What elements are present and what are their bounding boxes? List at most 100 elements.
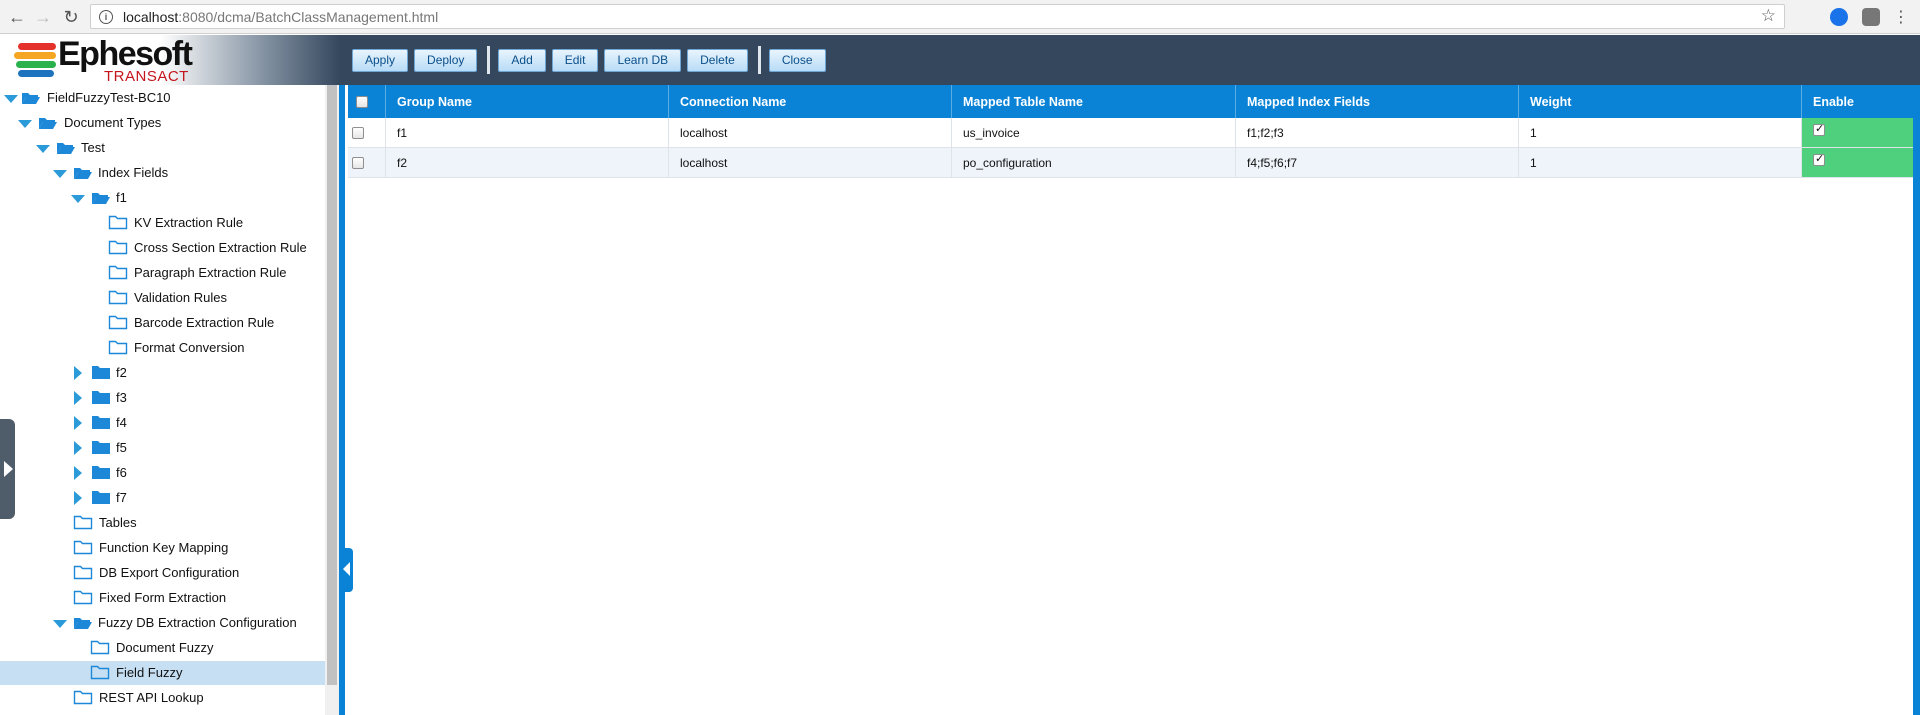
table-row[interactable]: f2 localhost po_configuration f4;f5;f6;f… bbox=[348, 148, 1916, 178]
cell-mapped-index-fields[interactable]: f1;f2;f3 bbox=[1236, 118, 1519, 147]
deploy-button[interactable]: Deploy bbox=[414, 48, 478, 72]
row-checkbox[interactable] bbox=[352, 126, 364, 139]
tree-node-f6[interactable]: f6 bbox=[0, 461, 325, 485]
tree-node-test[interactable]: Test bbox=[0, 136, 325, 160]
back-arrow-icon[interactable]: ← bbox=[6, 6, 28, 28]
folder-open-icon bbox=[57, 143, 75, 154]
expand-arrow-icon[interactable] bbox=[74, 416, 82, 430]
cell-weight[interactable]: 1 bbox=[1519, 118, 1802, 147]
row-checkbox[interactable] bbox=[352, 156, 364, 169]
cell-mapped-index-fields[interactable]: f4;f5;f6;f7 bbox=[1236, 148, 1519, 177]
url-text: localhost:8080/dcma/BatchClassManagement… bbox=[123, 8, 439, 25]
tree-label: KV Extraction Rule bbox=[134, 215, 244, 230]
info-icon[interactable]: i bbox=[99, 9, 113, 24]
tree-node-f7[interactable]: f7 bbox=[0, 486, 325, 510]
tree-node-paragraph-extraction-rule[interactable]: Paragraph Extraction Rule bbox=[0, 261, 325, 285]
tree-node-format-conversion[interactable]: Format Conversion bbox=[0, 336, 325, 360]
forward-arrow-icon[interactable]: → bbox=[32, 6, 54, 28]
browser-menu-icon[interactable]: ⋮ bbox=[1890, 6, 1912, 28]
bookmark-star-icon[interactable]: ☆ bbox=[1761, 6, 1776, 26]
delete-button[interactable]: Delete bbox=[687, 48, 748, 72]
folder-icon bbox=[108, 265, 128, 280]
tree-node-db-export-configuration[interactable]: DB Export Configuration bbox=[0, 561, 325, 585]
tree-node-validation-rules[interactable]: Validation Rules bbox=[0, 286, 325, 310]
apply-button[interactable]: Apply bbox=[352, 48, 409, 72]
tree-node-index-fields[interactable]: Index Fields bbox=[0, 161, 325, 185]
collapse-arrow-icon[interactable] bbox=[18, 120, 32, 128]
enable-checkbox[interactable] bbox=[1813, 152, 1825, 166]
folder-icon bbox=[73, 515, 93, 530]
tree-node-tables[interactable]: Tables bbox=[0, 511, 325, 535]
expand-arrow-icon[interactable] bbox=[74, 466, 82, 480]
cell-connection-name[interactable]: localhost bbox=[669, 118, 952, 147]
tree-label: Document Types bbox=[64, 115, 162, 130]
header-group-name[interactable]: Group Name bbox=[386, 85, 669, 118]
tree-node-rest-api-lookup[interactable]: REST API Lookup bbox=[0, 686, 325, 710]
tree-node-fuzzy-db-extraction-configuration[interactable]: Fuzzy DB Extraction Configuration bbox=[0, 611, 325, 635]
collapse-tree-icon[interactable] bbox=[341, 548, 353, 592]
tree-label: Index Fields bbox=[98, 165, 169, 180]
tree-node-document-types[interactable]: Document Types bbox=[0, 111, 325, 135]
tree-node-fixed-form-extraction[interactable]: Fixed Form Extraction bbox=[0, 586, 325, 610]
tree-node-f5[interactable]: f5 bbox=[0, 436, 325, 460]
expand-arrow-icon[interactable] bbox=[74, 491, 82, 505]
select-all-checkbox[interactable] bbox=[356, 95, 368, 108]
collapse-arrow-icon[interactable] bbox=[36, 145, 50, 153]
tree-node-root[interactable]: FieldFuzzyTest-BC10 bbox=[0, 86, 325, 110]
header-mapped-index-fields[interactable]: Mapped Index Fields bbox=[1236, 85, 1519, 118]
expand-arrow-icon[interactable] bbox=[74, 366, 82, 380]
add-button[interactable]: Add bbox=[498, 48, 546, 72]
folder-open-icon bbox=[39, 118, 57, 129]
grid-right-border bbox=[1913, 85, 1920, 715]
extension-icon-1[interactable] bbox=[1830, 8, 1848, 26]
cell-group-name[interactable]: f2 bbox=[386, 148, 669, 177]
enable-checkbox[interactable] bbox=[1813, 122, 1825, 136]
collapse-arrow-icon[interactable] bbox=[53, 620, 67, 628]
cell-enable bbox=[1802, 118, 1916, 147]
reload-icon[interactable]: ↻ bbox=[60, 6, 82, 28]
cell-connection-name[interactable]: localhost bbox=[669, 148, 952, 177]
header-mapped-table-name[interactable]: Mapped Table Name bbox=[952, 85, 1236, 118]
edit-button[interactable]: Edit bbox=[551, 48, 599, 72]
expand-arrow-icon[interactable] bbox=[74, 391, 82, 405]
collapse-arrow-icon[interactable] bbox=[71, 195, 85, 203]
tree-label: Barcode Extraction Rule bbox=[134, 315, 275, 330]
tree-node-function-key-mapping[interactable]: Function Key Mapping bbox=[0, 536, 325, 560]
close-button[interactable]: Close bbox=[768, 48, 826, 72]
tree-node-field-fuzzy[interactable]: Field Fuzzy bbox=[0, 661, 325, 685]
cell-mapped-table-name[interactable]: po_configuration bbox=[952, 148, 1236, 177]
extension-icon-2[interactable] bbox=[1862, 8, 1880, 26]
tree-label: f6 bbox=[116, 465, 127, 480]
header-weight[interactable]: Weight bbox=[1519, 85, 1802, 118]
tree-node-f3[interactable]: f3 bbox=[0, 386, 325, 410]
tree-node-kv-extraction-rule[interactable]: KV Extraction Rule bbox=[0, 211, 325, 235]
learn-db-button[interactable]: Learn DB bbox=[604, 48, 682, 72]
tree-scrollbar-thumb[interactable] bbox=[327, 85, 337, 685]
cell-mapped-table-name[interactable]: us_invoice bbox=[952, 118, 1236, 147]
folder-icon bbox=[73, 590, 93, 605]
expand-arrow-icon[interactable] bbox=[74, 441, 82, 455]
panel-splitter[interactable] bbox=[339, 85, 345, 715]
folder-closed-icon bbox=[92, 491, 110, 504]
header-enable[interactable]: Enable bbox=[1802, 85, 1916, 118]
tree-node-f2[interactable]: f2 bbox=[0, 361, 325, 385]
tree-node-f4[interactable]: f4 bbox=[0, 411, 325, 435]
tree-node-f1[interactable]: f1 bbox=[0, 186, 325, 210]
tree-node-document-fuzzy[interactable]: Document Fuzzy bbox=[0, 636, 325, 660]
cell-weight[interactable]: 1 bbox=[1519, 148, 1802, 177]
cell-group-name[interactable]: f1 bbox=[386, 118, 669, 147]
tree-label: f5 bbox=[116, 440, 127, 455]
address-bar[interactable]: i localhost:8080/dcma/BatchClassManageme… bbox=[90, 4, 1785, 29]
tree-node-barcode-extraction-rule[interactable]: Barcode Extraction Rule bbox=[0, 311, 325, 335]
table-row[interactable]: f1 localhost us_invoice f1;f2;f3 1 bbox=[348, 118, 1916, 148]
expand-side-panel-icon[interactable] bbox=[0, 419, 15, 519]
toolbar: Apply Deploy Add Edit Learn DB Delete Cl… bbox=[352, 46, 832, 74]
tree-label: Document Fuzzy bbox=[116, 640, 214, 655]
tree-label: FieldFuzzyTest-BC10 bbox=[47, 90, 171, 105]
folder-open-icon bbox=[74, 168, 92, 179]
folder-open-icon bbox=[22, 93, 40, 104]
collapse-arrow-icon[interactable] bbox=[53, 170, 67, 178]
header-connection-name[interactable]: Connection Name bbox=[669, 85, 952, 118]
tree-node-cross-section-extraction-rule[interactable]: Cross Section Extraction Rule bbox=[0, 236, 325, 260]
collapse-arrow-icon[interactable] bbox=[4, 95, 18, 103]
